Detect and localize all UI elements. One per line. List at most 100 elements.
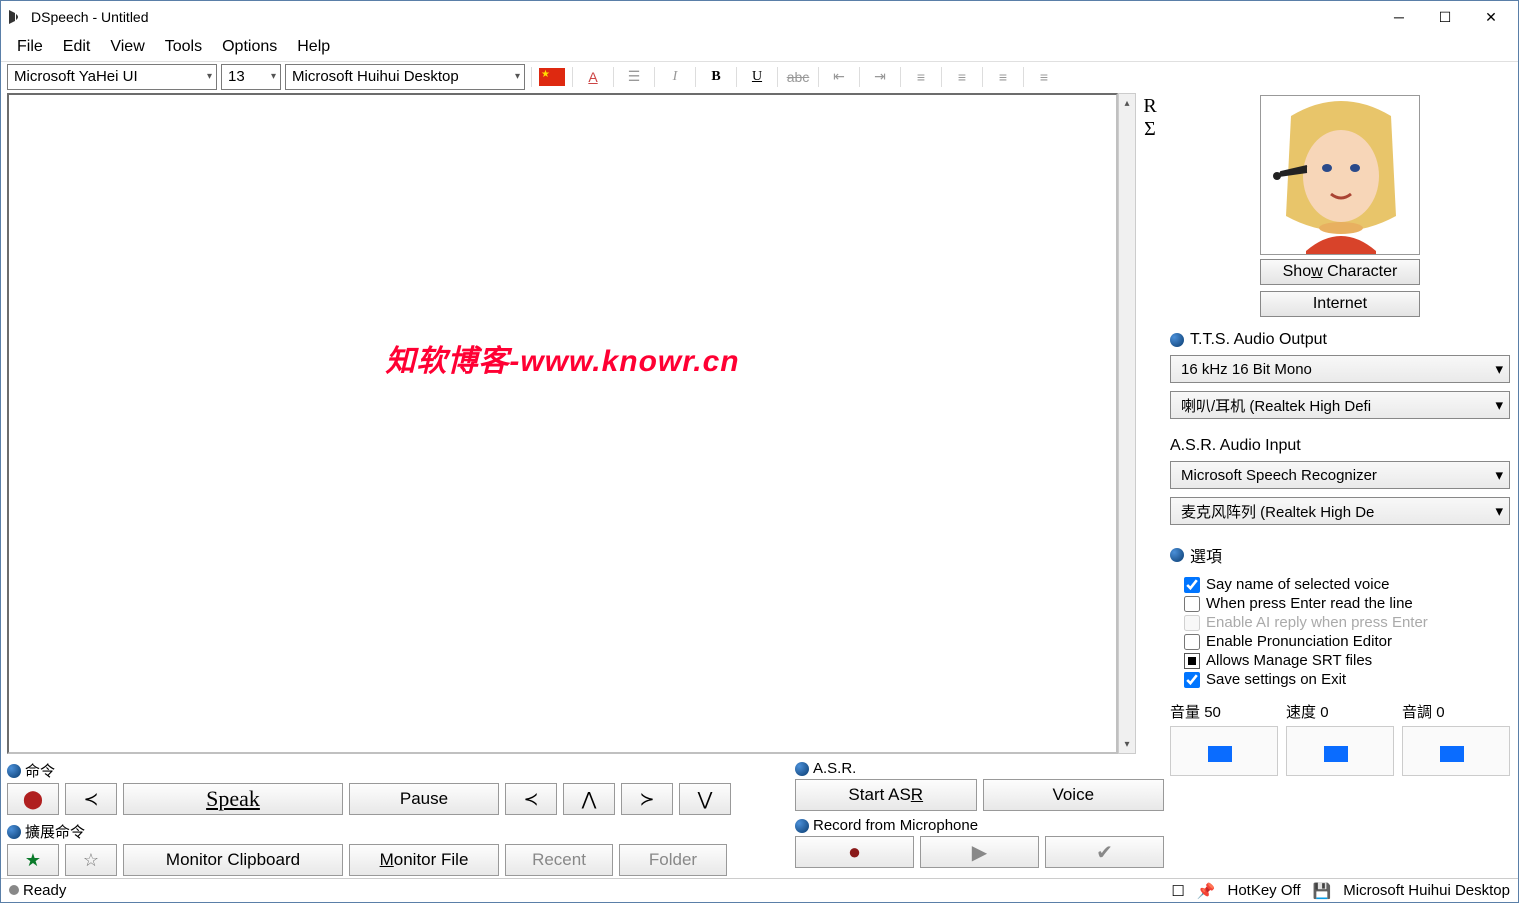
recent-button[interactable]: Recent [505, 844, 613, 876]
menu-tools[interactable]: Tools [155, 36, 212, 58]
arrow-left-button[interactable]: ≺ [505, 783, 557, 815]
font-select-value: Microsoft YaHei UI [14, 68, 138, 85]
font-size-select[interactable]: 13 ▾ [221, 64, 281, 90]
opt-save-exit[interactable]: Save settings on Exit [1184, 670, 1510, 689]
asr-engine-select[interactable]: Microsoft Speech Recognizer▾ [1170, 461, 1510, 489]
maximize-button[interactable]: ☐ [1422, 2, 1468, 32]
minimize-button[interactable]: ─ [1376, 2, 1422, 32]
speak-button[interactable]: Speak [123, 783, 343, 815]
character-avatar [1260, 95, 1420, 255]
commands-header: 命令 [25, 760, 55, 781]
slider-thumb[interactable] [1440, 746, 1464, 762]
confirm-button[interactable]: ✔ [1045, 836, 1164, 868]
menu-file[interactable]: File [7, 36, 53, 58]
strike-button[interactable]: abc [784, 64, 812, 90]
opt-say-name[interactable]: Say name of selected voice [1184, 575, 1510, 594]
folder-button[interactable]: Folder [619, 844, 727, 876]
bold-button[interactable]: B [702, 64, 730, 90]
italic-button[interactable]: I [661, 64, 689, 90]
internet-button[interactable]: Internet [1260, 291, 1420, 317]
separator [941, 67, 942, 87]
show-character-button[interactable]: Show Character [1260, 259, 1420, 285]
chevron-down-icon: ▾ [1495, 396, 1503, 414]
prev-button[interactable]: ≺ [65, 783, 117, 815]
tts-output-header: T.T.S. Audio Output [1190, 331, 1327, 349]
play-button[interactable]: ▶ [920, 836, 1039, 868]
scroll-track[interactable] [1119, 112, 1135, 735]
start-asr-button[interactable]: Start ASR [795, 779, 977, 811]
editor-scrollbar[interactable]: ▴ ▾ [1118, 93, 1136, 754]
arrow-right-button[interactable]: ≻ [621, 783, 673, 815]
arrow-down-button[interactable]: ⋁ [679, 783, 731, 815]
speed-slider[interactable] [1286, 726, 1394, 776]
scroll-up-icon[interactable]: ▴ [1119, 94, 1135, 112]
status-checkbox[interactable]: ☐ [1171, 882, 1184, 900]
flag-china-icon[interactable] [538, 64, 566, 90]
separator [695, 67, 696, 87]
monitor-clipboard-button[interactable]: Monitor Clipboard [123, 844, 343, 876]
status-ready: Ready [23, 882, 66, 899]
side-symbols: R Σ [1136, 93, 1164, 754]
status-pin-icon[interactable]: 📌 [1197, 882, 1216, 900]
menu-options[interactable]: Options [212, 36, 287, 58]
opt-pronunciation[interactable]: Enable Pronunciation Editor [1184, 632, 1510, 651]
slider-thumb[interactable] [1208, 746, 1232, 762]
status-save-icon[interactable]: 💾 [1313, 882, 1332, 900]
status-dot-icon [9, 885, 19, 895]
align-left-button[interactable]: ≡ [907, 64, 935, 90]
volume-slider[interactable] [1170, 726, 1278, 776]
separator [818, 67, 819, 87]
opt-enter-read[interactable]: When press Enter read the line [1184, 594, 1510, 613]
slider-thumb[interactable] [1324, 746, 1348, 762]
close-button[interactable]: ✕ [1468, 2, 1514, 32]
asr-device-select[interactable]: 麦克风阵列 (Realtek High De▾ [1170, 497, 1510, 525]
chevron-down-icon: ▾ [1495, 502, 1503, 520]
voice-button[interactable]: Voice [983, 779, 1165, 811]
statusbar: Ready ☐ 📌 HotKey Off 💾 Microsoft Huihui … [1, 878, 1518, 902]
font-select[interactable]: Microsoft YaHei UI ▾ [7, 64, 217, 90]
menu-help[interactable]: Help [287, 36, 340, 58]
checkbox-mixed[interactable] [1184, 653, 1200, 669]
arrow-up-button[interactable]: ⋀ [563, 783, 615, 815]
star-filled-button[interactable]: ★ [7, 844, 59, 876]
menu-view[interactable]: View [100, 36, 154, 58]
star-outline-button[interactable]: ☆ [65, 844, 117, 876]
stop-button[interactable]: ⬤ [7, 783, 59, 815]
separator [654, 67, 655, 87]
outdent-button[interactable]: ⇤ [825, 64, 853, 90]
voice-select-value: Microsoft Huihui Desktop [292, 68, 459, 85]
menu-edit[interactable]: Edit [53, 36, 101, 58]
align-justify-button[interactable]: ≡ [1030, 64, 1058, 90]
checkbox[interactable] [1184, 672, 1200, 688]
asr-input-header: A.S.R. Audio Input [1170, 437, 1301, 455]
opt-srt[interactable]: Allows Manage SRT files [1184, 651, 1510, 670]
checkbox[interactable] [1184, 596, 1200, 612]
group-icon [795, 819, 809, 833]
align-center-button[interactable]: ≡ [948, 64, 976, 90]
text-editor[interactable]: 知软博客-www.knowr.cn [7, 93, 1118, 754]
align-right-button[interactable]: ≡ [989, 64, 1017, 90]
record-button[interactable]: ● [795, 836, 914, 868]
tts-format-select[interactable]: 16 kHz 16 Bit Mono▾ [1170, 355, 1510, 383]
side-sigma[interactable]: Σ [1144, 118, 1156, 141]
tts-device-select[interactable]: 喇叭/耳机 (Realtek High Defi▾ [1170, 391, 1510, 419]
indent-button[interactable]: ⇥ [866, 64, 894, 90]
volume-value: 50 [1204, 704, 1221, 721]
underline-button[interactable]: U [743, 64, 771, 90]
status-hotkey: HotKey Off [1227, 882, 1300, 899]
pause-button[interactable]: Pause [349, 783, 499, 815]
checkbox[interactable] [1184, 634, 1200, 650]
checkbox[interactable] [1184, 577, 1200, 593]
group-icon [795, 762, 809, 776]
pitch-label: 音調 [1402, 704, 1432, 721]
monitor-file-button[interactable]: Monitor File [349, 844, 499, 876]
pitch-slider[interactable] [1402, 726, 1510, 776]
list-button[interactable]: ☰ [620, 64, 648, 90]
separator [613, 67, 614, 87]
font-color-button[interactable]: A [579, 64, 607, 90]
menubar: File Edit View Tools Options Help [1, 33, 1518, 61]
voice-select[interactable]: Microsoft Huihui Desktop ▾ [285, 64, 525, 90]
scroll-down-icon[interactable]: ▾ [1119, 735, 1135, 753]
side-r[interactable]: R [1143, 95, 1156, 118]
separator [572, 67, 573, 87]
